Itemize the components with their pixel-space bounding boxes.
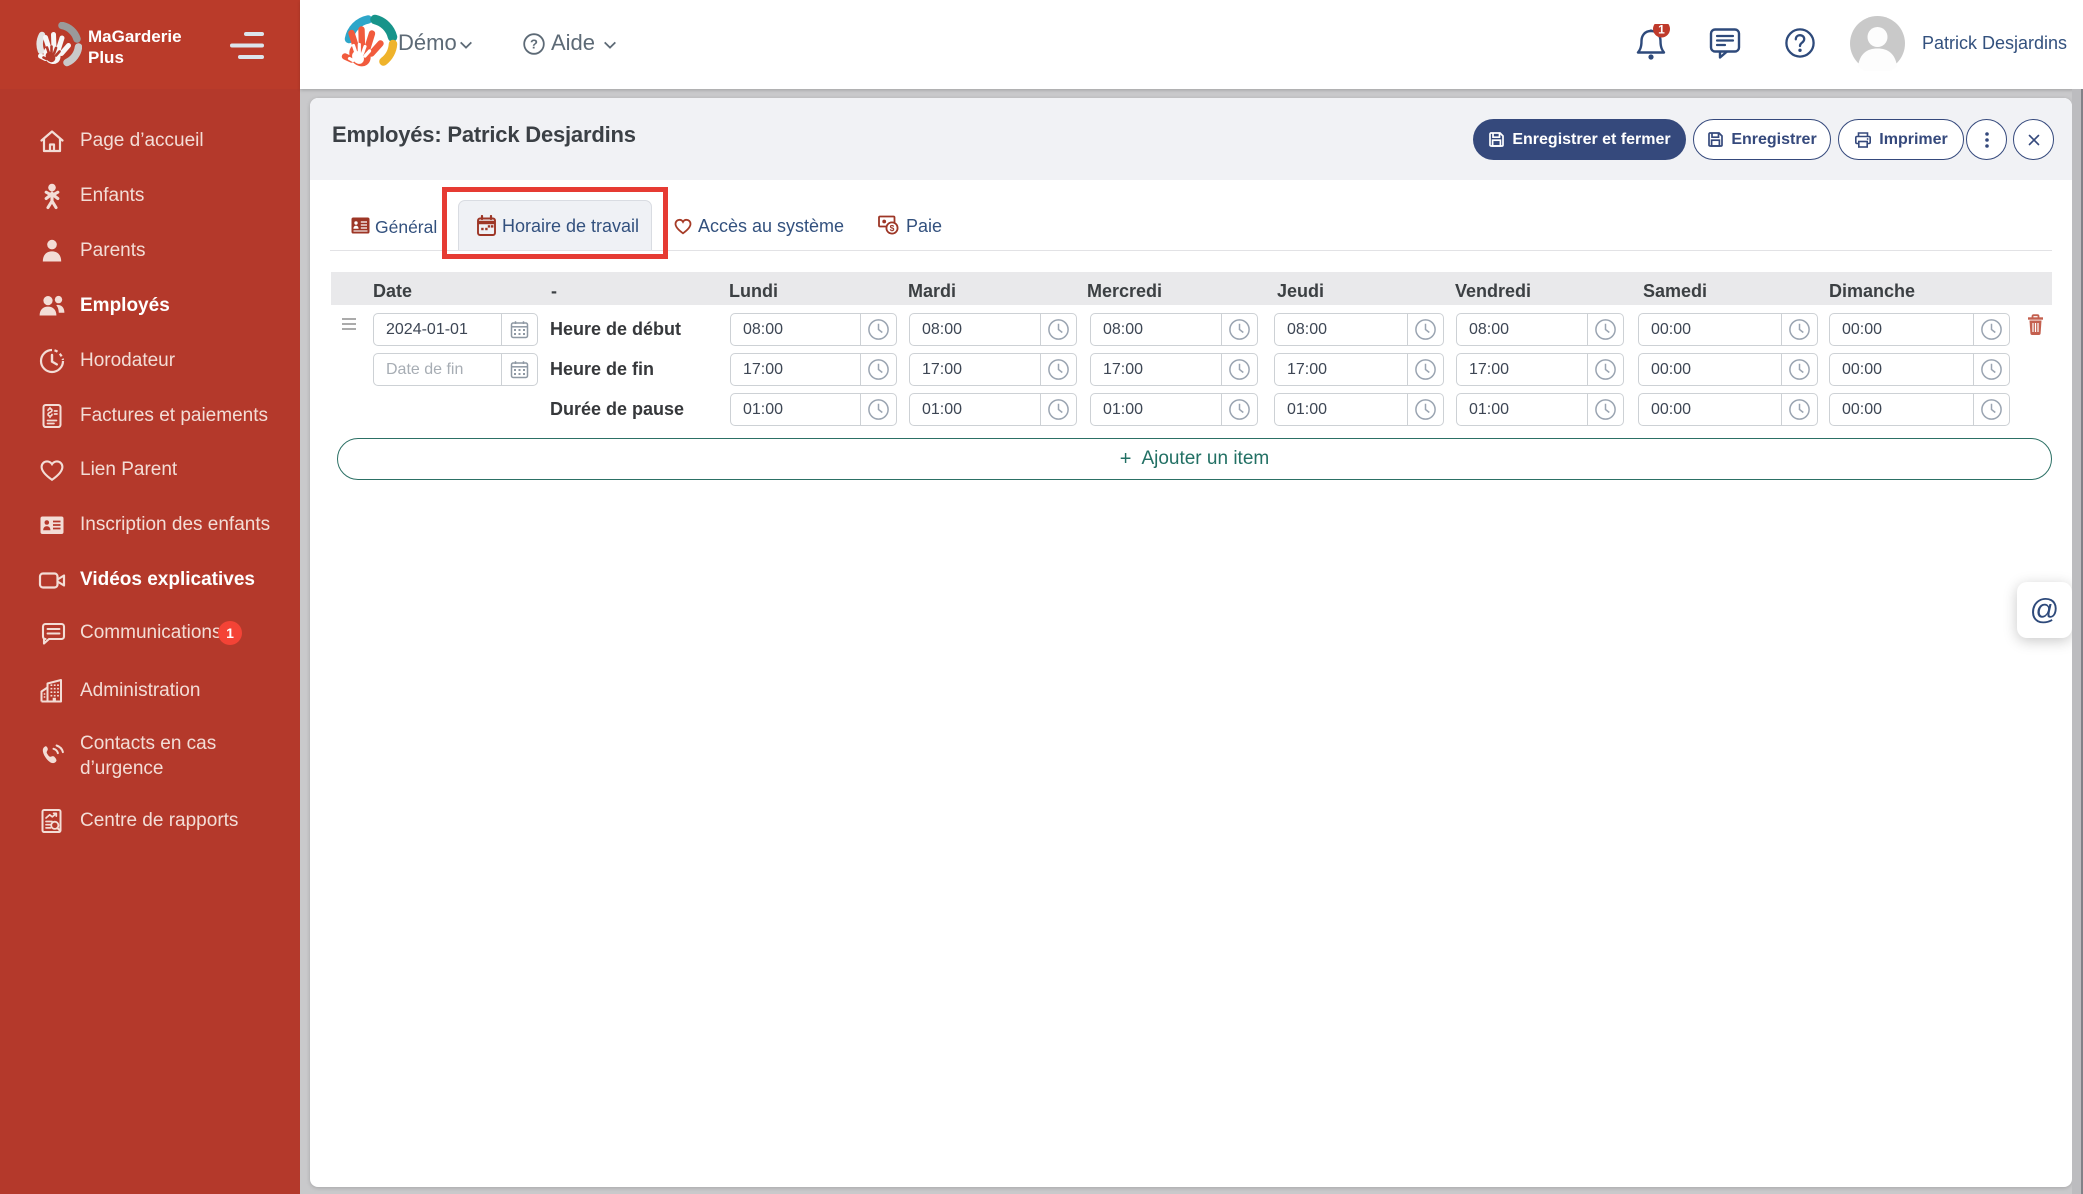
svg-text:?: ? (530, 37, 538, 52)
svg-text:$: $ (890, 223, 895, 233)
svg-text:1: 1 (1658, 24, 1665, 36)
